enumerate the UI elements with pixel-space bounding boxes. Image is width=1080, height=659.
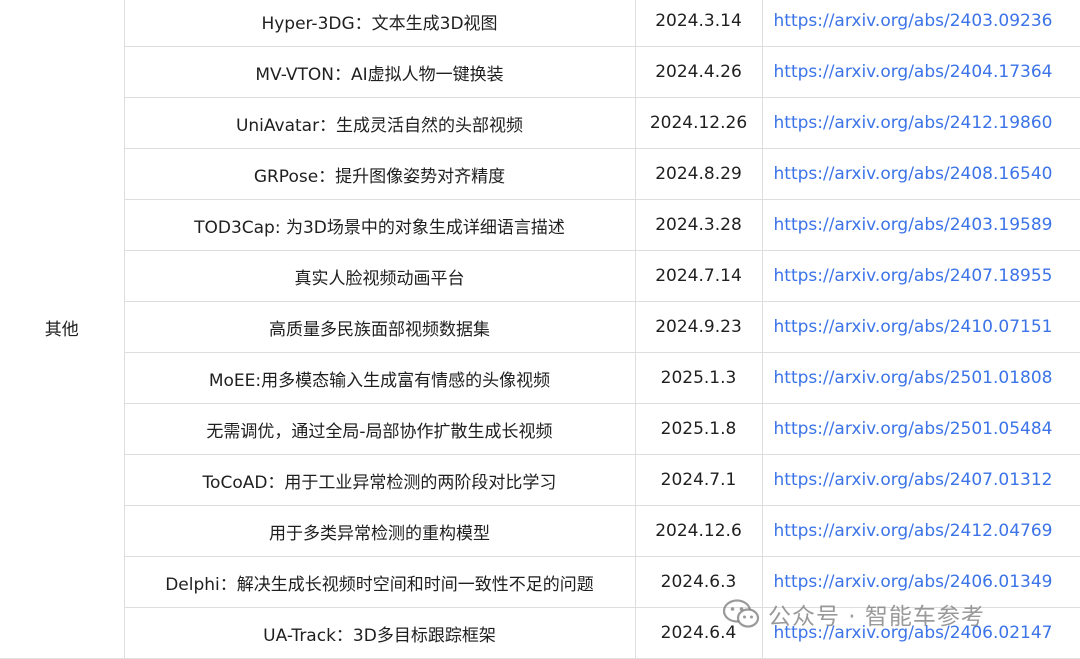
paper-table: 其他 Hyper-3DG：文本生成3D视图 2024.3.14 https://arx… (0, 0, 1080, 659)
table-row: GRPose：提升图像姿势对齐精度 2024.8.29 https://arxiv.… (0, 148, 1080, 200)
table-row: Delphi：解决生成长视频时空间和时间一致性不足的问题 2024.6.3 http… (0, 556, 1080, 608)
arxiv-link[interactable]: https://arxiv.org/abs/2403.19589 (774, 215, 1053, 235)
paper-link-cell: https://arxiv.org/abs/2408.16540 (761, 148, 1080, 200)
arxiv-link[interactable]: https://arxiv.org/abs/2406.02147 (774, 623, 1053, 643)
arxiv-link[interactable]: https://arxiv.org/abs/2501.05484 (774, 419, 1053, 439)
paper-title-cell: MoEE:用多模态输入生成富有情感的头像视频 (123, 352, 636, 404)
paper-link-cell: https://arxiv.org/abs/2406.02147 (761, 607, 1080, 659)
arxiv-link[interactable]: https://arxiv.org/abs/2412.19860 (774, 113, 1053, 133)
arxiv-link[interactable]: https://arxiv.org/abs/2412.04769 (774, 521, 1053, 541)
paper-table-wrapper: 其他 Hyper-3DG：文本生成3D视图 2024.3.14 https://arx… (0, 0, 1080, 659)
paper-link-cell: https://arxiv.org/abs/2407.18955 (761, 250, 1080, 302)
paper-link-cell: https://arxiv.org/abs/2407.01312 (761, 454, 1080, 506)
table-row: 真实人脸视频动画平台 2024.7.14 https://arxiv.org/abs… (0, 250, 1080, 302)
arxiv-link[interactable]: https://arxiv.org/abs/2406.01349 (774, 572, 1053, 592)
arxiv-link[interactable]: https://arxiv.org/abs/2407.18955 (774, 266, 1053, 286)
paper-title-cell: 真实人脸视频动画平台 (123, 250, 636, 302)
paper-date-cell: 2024.9.23 (634, 301, 763, 353)
paper-link-cell: https://arxiv.org/abs/2406.01349 (761, 556, 1080, 608)
paper-link-cell: https://arxiv.org/abs/2501.05484 (761, 403, 1080, 455)
paper-title-cell: TOD3Cap: 为3D场景中的对象生成详细语言描述 (123, 199, 636, 251)
table-row: MoEE:用多模态输入生成富有情感的头像视频 2025.1.3 https://ar… (0, 352, 1080, 404)
paper-title-cell: Delphi：解决生成长视频时空间和时间一致性不足的问题 (123, 556, 636, 608)
arxiv-link[interactable]: https://arxiv.org/abs/2403.09236 (774, 11, 1053, 31)
paper-title-cell: Hyper-3DG：文本生成3D视图 (123, 0, 636, 47)
table-row: MV-VTON：AI虚拟人物一键换装 2024.4.26 https://arxiv… (0, 46, 1080, 98)
arxiv-link[interactable]: https://arxiv.org/abs/2407.01312 (774, 470, 1053, 490)
paper-title-cell: MV-VTON：AI虚拟人物一键换装 (123, 46, 636, 98)
paper-title-cell: ToCoAD：用于工业异常检测的两阶段对比学习 (123, 454, 636, 506)
paper-date-cell: 2024.7.1 (634, 454, 763, 506)
paper-table-body: 其他 Hyper-3DG：文本生成3D视图 2024.3.14 https://arx… (0, 0, 1080, 659)
paper-date-cell: 2025.1.3 (634, 352, 763, 404)
paper-link-cell: https://arxiv.org/abs/2403.19589 (761, 199, 1080, 251)
paper-link-cell: https://arxiv.org/abs/2501.01808 (761, 352, 1080, 404)
paper-link-cell: https://arxiv.org/abs/2403.09236 (761, 0, 1080, 47)
paper-date-cell: 2024.8.29 (634, 148, 763, 200)
paper-link-cell: https://arxiv.org/abs/2410.07151 (761, 301, 1080, 353)
table-row: UA-Track：3D多目标跟踪框架 2024.6.4 https://arxiv.… (0, 607, 1080, 659)
paper-link-cell: https://arxiv.org/abs/2404.17364 (761, 46, 1080, 98)
paper-link-cell: https://arxiv.org/abs/2412.19860 (761, 97, 1080, 149)
paper-link-cell: https://arxiv.org/abs/2412.04769 (761, 505, 1080, 557)
paper-date-cell: 2024.4.26 (634, 46, 763, 98)
paper-date-cell: 2025.1.8 (634, 403, 763, 455)
paper-date-cell: 2024.6.4 (634, 607, 763, 659)
paper-date-cell: 2024.6.3 (634, 556, 763, 608)
table-row: UniAvatar：生成灵活自然的头部视频 2024.12.26 https://a… (0, 97, 1080, 149)
paper-date-cell: 2024.3.14 (634, 0, 763, 47)
arxiv-link[interactable]: https://arxiv.org/abs/2410.07151 (774, 317, 1053, 337)
paper-title-cell: GRPose：提升图像姿势对齐精度 (123, 148, 636, 200)
paper-date-cell: 2024.12.6 (634, 505, 763, 557)
paper-title-cell: UA-Track：3D多目标跟踪框架 (123, 607, 636, 659)
table-row: ToCoAD：用于工业异常检测的两阶段对比学习 2024.7.1 https://a… (0, 454, 1080, 506)
paper-date-cell: 2024.3.28 (634, 199, 763, 251)
table-row: 用于多类异常检测的重构模型 2024.12.6 https://arxiv.org/… (0, 505, 1080, 557)
paper-title-cell: 用于多类异常检测的重构模型 (123, 505, 636, 557)
paper-date-cell: 2024.12.26 (634, 97, 763, 149)
paper-title-cell: 无需调优，通过全局-局部协作扩散生成长视频 (123, 403, 636, 455)
arxiv-link[interactable]: https://arxiv.org/abs/2408.16540 (774, 164, 1053, 184)
table-row: 高质量多民族面部视频数据集 2024.9.23 https://arxiv.org/… (0, 301, 1080, 353)
category-cell: 其他 (0, 0, 125, 659)
table-row: TOD3Cap: 为3D场景中的对象生成详细语言描述 2024.3.28 https… (0, 199, 1080, 251)
arxiv-link[interactable]: https://arxiv.org/abs/2501.01808 (774, 368, 1053, 388)
table-row: 其他 Hyper-3DG：文本生成3D视图 2024.3.14 https://arx… (0, 0, 1080, 659)
paper-title-cell: UniAvatar：生成灵活自然的头部视频 (123, 97, 636, 149)
arxiv-link[interactable]: https://arxiv.org/abs/2404.17364 (774, 62, 1053, 82)
table-row: 无需调优，通过全局-局部协作扩散生成长视频 2025.1.8 https://arx… (0, 403, 1080, 455)
paper-title-cell: 高质量多民族面部视频数据集 (123, 301, 636, 353)
paper-date-cell: 2024.7.14 (634, 250, 763, 302)
